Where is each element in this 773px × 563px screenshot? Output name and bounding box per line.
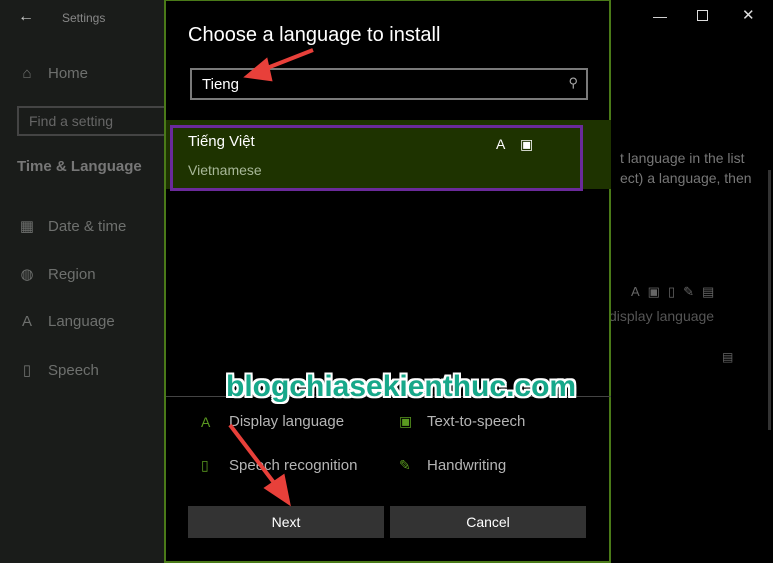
arrow-to-search [261, 48, 314, 72]
arrow-head [243, 57, 273, 82]
arrow-to-next [228, 423, 280, 490]
annotation-arrows [228, 48, 314, 507]
